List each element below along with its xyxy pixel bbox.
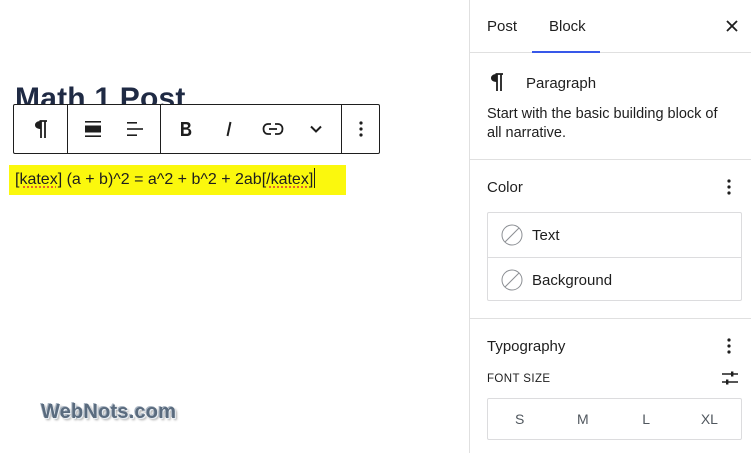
toolbar-group-options xyxy=(342,105,379,153)
toolbar-group-format xyxy=(161,105,342,153)
font-size-label: FONT SIZE xyxy=(487,373,551,385)
link-icon xyxy=(262,123,283,135)
no-color-swatch-icon xyxy=(501,269,523,291)
color-options-button[interactable] xyxy=(721,177,737,197)
chevron-down-icon xyxy=(310,125,322,133)
tab-post[interactable]: Post xyxy=(487,18,517,35)
paragraph-block[interactable]: [katex] (a + b)^2 = a^2 + b^2 + 2ab[/kat… xyxy=(9,165,346,195)
typography-panel: Typography FONT SIZE S M L XL xyxy=(470,319,751,453)
paragraph-block-icon xyxy=(34,119,47,138)
more-options-icon xyxy=(727,338,731,354)
wide-width-button[interactable] xyxy=(75,105,111,153)
typography-panel-title: Typography xyxy=(487,338,566,355)
shortcode-open: [katex] xyxy=(15,171,63,188)
tab-block[interactable]: Block xyxy=(549,18,586,35)
more-options-icon xyxy=(358,121,363,137)
active-tab-indicator xyxy=(532,51,600,53)
no-color-swatch-icon xyxy=(501,224,523,246)
color-panel: Color Text Background xyxy=(470,159,751,319)
typography-options-button[interactable] xyxy=(721,336,737,356)
shortcode-close: [/katex] xyxy=(261,171,314,188)
block-description: Start with the basic building block of a… xyxy=(487,106,718,141)
close-icon[interactable] xyxy=(723,17,741,35)
bold-icon xyxy=(181,122,192,136)
more-options-icon xyxy=(727,179,731,195)
bold-button[interactable] xyxy=(168,105,204,153)
align-left-icon xyxy=(127,122,144,136)
text-caret xyxy=(314,168,316,188)
font-size-large[interactable]: L xyxy=(615,399,678,439)
custom-size-settings-icon[interactable] xyxy=(721,369,739,387)
align-wide-icon xyxy=(84,121,101,137)
color-list: Text Background xyxy=(487,212,742,301)
align-text-button[interactable] xyxy=(117,105,153,153)
font-size-picker: S M L XL xyxy=(487,398,742,440)
paragraph-icon xyxy=(491,73,503,91)
italic-icon xyxy=(226,121,232,137)
sidebar-tabs: Post Block xyxy=(470,0,751,53)
link-button[interactable] xyxy=(255,105,291,153)
block-name: Paragraph xyxy=(526,75,597,92)
color-item-background[interactable]: Background xyxy=(488,257,741,302)
color-item-text[interactable]: Text xyxy=(488,213,741,257)
font-size-extra-large[interactable]: XL xyxy=(678,399,741,439)
editor-canvas: Math 1 Post [katex] (a + b)^2 = a^2 + b^… xyxy=(0,0,469,453)
toolbar-group-align xyxy=(68,105,161,153)
font-size-medium[interactable]: M xyxy=(551,399,614,439)
settings-sidebar: Post Block Paragraph Start with the basi… xyxy=(469,0,751,453)
color-panel-title: Color xyxy=(487,179,523,196)
font-size-small[interactable]: S xyxy=(488,399,551,439)
block-type-button[interactable] xyxy=(23,105,59,153)
watermark-logo: WebNots.com xyxy=(41,401,177,423)
toolbar-group-block xyxy=(14,105,68,153)
color-item-label: Text xyxy=(532,227,560,244)
block-toolbar xyxy=(13,104,380,154)
more-formats-button[interactable] xyxy=(298,105,334,153)
options-button[interactable] xyxy=(343,105,379,153)
formula-text: (a + b)^2 = a^2 + b^2 + 2ab xyxy=(62,171,262,188)
italic-button[interactable] xyxy=(211,105,247,153)
color-item-label: Background xyxy=(532,272,613,289)
